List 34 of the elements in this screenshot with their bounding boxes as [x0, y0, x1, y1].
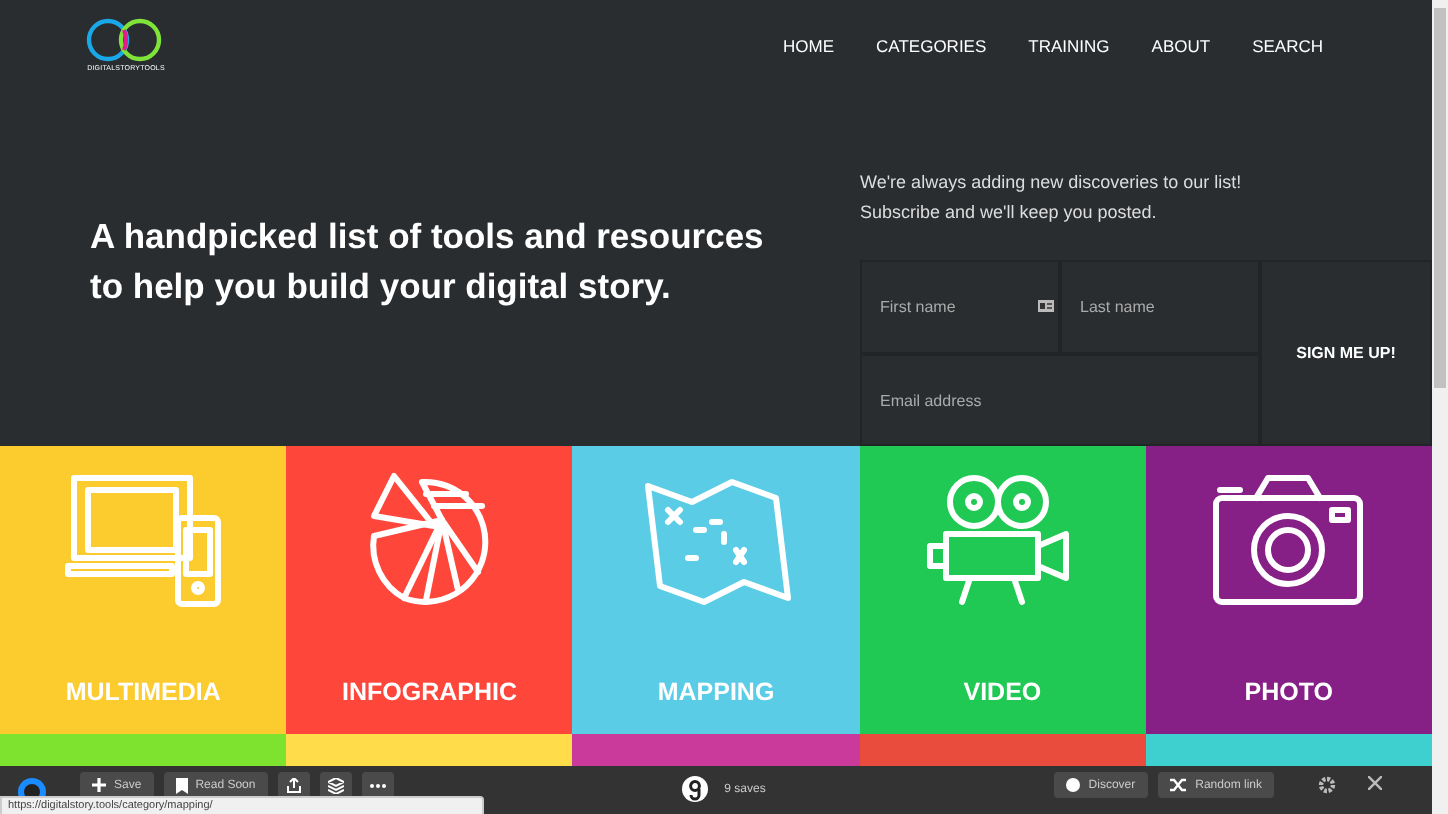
- more-button[interactable]: [361, 772, 394, 798]
- layers-icon: [327, 777, 344, 793]
- category-tile[interactable]: INFOGRAPHIC: [286, 446, 573, 734]
- logo-icon[interactable]: [86, 18, 166, 62]
- id-card-icon: [1038, 300, 1054, 312]
- layers-button[interactable]: [319, 772, 352, 798]
- category-tile[interactable]: [1145, 734, 1433, 766]
- g-logo-icon: [682, 776, 709, 802]
- email-field[interactable]: Email address: [860, 354, 1260, 446]
- last-name-field[interactable]: Last name: [1060, 260, 1260, 354]
- devices-icon: [63, 470, 224, 610]
- category-tile[interactable]: [572, 734, 860, 766]
- close-icon[interactable]: [1368, 776, 1382, 790]
- category-tile[interactable]: [286, 734, 573, 766]
- hero-title: A handpicked list of tools and resources to help you build your digital story.: [90, 214, 766, 310]
- sign-up-button[interactable]: SIGN ME UP!: [1260, 260, 1432, 446]
- nav-link[interactable]: SEARCH: [1231, 36, 1344, 56]
- subscribe-text: We're always adding new discoveries to our list! Subscribe and we'll keep you posted.: [860, 170, 1244, 226]
- nav-link[interactable]: TRAINING: [1007, 36, 1131, 56]
- first-name-field[interactable]: First name: [860, 260, 1060, 354]
- shuffle-icon: [1169, 778, 1188, 792]
- category-tile[interactable]: [0, 734, 287, 766]
- category-tile[interactable]: PHOTO: [1145, 446, 1433, 734]
- nav-link[interactable]: CATEGORIES: [855, 36, 1008, 56]
- scrollbar-thumb[interactable]: [1434, 8, 1446, 388]
- category-tile[interactable]: [859, 734, 1146, 766]
- bookmark-icon: [175, 777, 188, 793]
- nav-link[interactable]: ABOUT: [1130, 36, 1232, 56]
- share-button[interactable]: [277, 772, 310, 798]
- plus-icon: [92, 778, 106, 792]
- camera-icon: [1208, 470, 1369, 610]
- share-icon: [285, 777, 302, 793]
- nav-link[interactable]: HOME: [762, 36, 856, 56]
- settings-icon[interactable]: [1318, 776, 1336, 794]
